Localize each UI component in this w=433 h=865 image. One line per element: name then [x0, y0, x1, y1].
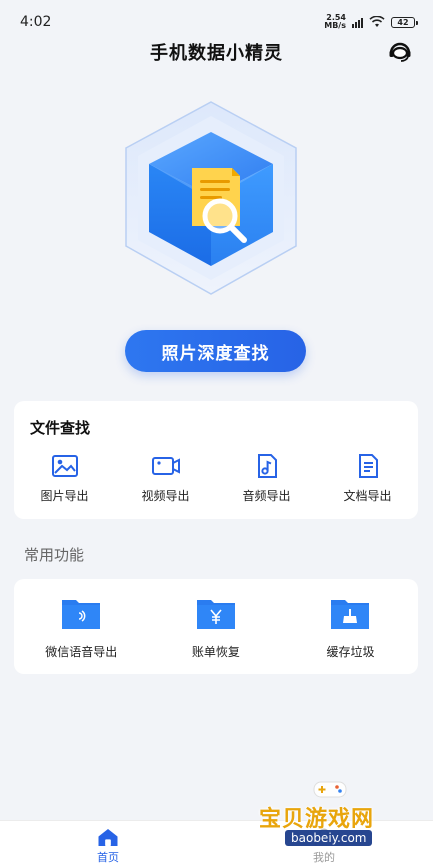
- title-bar: 手机数据小精灵: [0, 36, 433, 68]
- network-speed: 2.54 MB/s: [324, 13, 346, 30]
- common-features-card: 微信语音导出 账单恢复 缓存垃圾: [14, 579, 418, 674]
- watermark: 宝贝游戏网 baobeiy.com: [255, 775, 425, 865]
- status-icons: 2.54 MB/s 42: [324, 13, 418, 30]
- image-icon: [51, 455, 78, 477]
- voice-folder-icon: [62, 600, 101, 629]
- file-search-card: 文件查找 图片导出 视频导出 音频导出 文档导出: [14, 401, 418, 519]
- wechat-voice-export-item[interactable]: 微信语音导出: [14, 597, 149, 660]
- customer-service-button[interactable]: [387, 39, 413, 65]
- watermark-text: 宝贝游戏网: [259, 807, 375, 832]
- photo-deep-search-button[interactable]: 照片深度查找: [125, 330, 306, 372]
- tab-home[interactable]: 首页: [0, 821, 216, 865]
- battery-icon: 42: [391, 16, 418, 28]
- hexagon-search-illustration: [125, 101, 297, 295]
- document-export-item[interactable]: 文档导出: [317, 453, 418, 504]
- document-icon: [358, 454, 378, 478]
- gamepad-icon: [313, 781, 347, 798]
- headset-icon: [389, 42, 411, 62]
- bill-recovery-item[interactable]: 账单恢复: [149, 597, 284, 660]
- common-features-grid: 微信语音导出 账单恢复 缓存垃圾: [14, 597, 418, 660]
- signal-icon: [352, 17, 363, 28]
- audio-export-item[interactable]: 音频导出: [216, 453, 317, 504]
- watermark-url: baobeiy.com: [285, 830, 373, 846]
- cache-cleanup-item[interactable]: 缓存垃圾: [283, 597, 418, 660]
- broom-folder-icon: [331, 600, 370, 629]
- music-icon: [257, 454, 277, 478]
- file-search-title: 文件查找: [30, 419, 91, 437]
- home-icon: [98, 828, 118, 847]
- video-icon: [151, 457, 180, 475]
- common-features-label: 常用功能: [24, 546, 85, 564]
- yen-folder-icon: [196, 600, 235, 629]
- wifi-icon: [369, 16, 385, 27]
- file-search-grid: 图片导出 视频导出 音频导出 文档导出: [14, 453, 418, 504]
- hero-illustration: [116, 96, 306, 301]
- video-export-item[interactable]: 视频导出: [115, 453, 216, 504]
- image-export-item[interactable]: 图片导出: [14, 453, 115, 504]
- page-title: 手机数据小精灵: [150, 43, 283, 64]
- status-time: 4:02: [20, 14, 52, 30]
